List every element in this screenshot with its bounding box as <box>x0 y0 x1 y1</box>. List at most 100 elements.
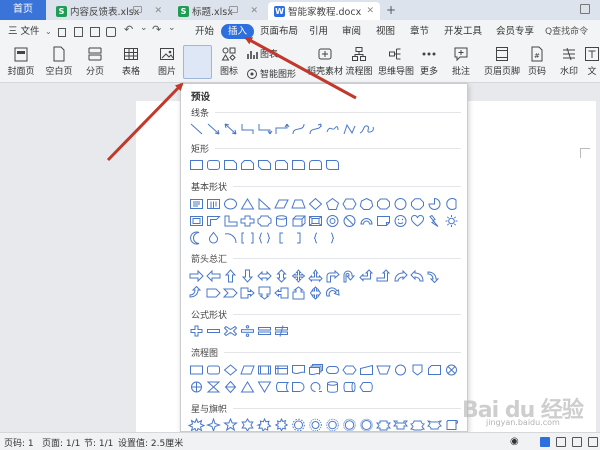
snip-two-corners-rectangle-shape-icon[interactable] <box>239 158 256 172</box>
summing-junction-shape-icon[interactable] <box>443 363 460 377</box>
close-tab-icon[interactable]: ✕ <box>250 6 258 16</box>
frame-shape-icon[interactable] <box>188 214 205 228</box>
status-setting-value[interactable]: 设置值: 2.5厘米 <box>118 436 183 449</box>
comment-button[interactable]: 批注 <box>442 46 480 77</box>
elbow-connector-shape-icon[interactable] <box>239 122 256 136</box>
not-equal-sign-shape-icon[interactable] <box>273 324 290 338</box>
round-one-corner-rectangle-shape-icon[interactable] <box>290 158 307 172</box>
menu-start[interactable]: 开始 <box>195 24 214 39</box>
menu-page-layout[interactable]: 页面布局 <box>260 24 298 39</box>
or-shape-icon[interactable] <box>188 380 205 394</box>
menu-chapter[interactable]: 章节 <box>410 24 429 39</box>
circular-arrow-shape-icon[interactable] <box>324 286 341 300</box>
curved-left-arrow-shape-icon[interactable] <box>409 269 426 283</box>
curved-right-arrow-shape-icon[interactable] <box>392 269 409 283</box>
menu-insert[interactable]: 插入 <box>221 24 255 39</box>
seven-point-star-shape-icon[interactable] <box>256 418 273 432</box>
stored-data-shape-icon[interactable] <box>273 380 290 394</box>
export-icon[interactable] <box>74 27 83 37</box>
delay-shape-icon[interactable] <box>290 380 307 394</box>
freeform-shape-icon[interactable] <box>341 122 358 136</box>
alternate-process-shape-icon[interactable] <box>205 363 222 377</box>
sixteen-point-star-shape-icon[interactable] <box>324 418 341 432</box>
cube-shape-icon[interactable] <box>290 214 307 228</box>
display-shape-icon[interactable] <box>358 380 375 394</box>
vertical-text-box-shape-icon[interactable] <box>205 197 222 211</box>
menu-vip[interactable]: 会员专享 <box>496 24 534 39</box>
manual-operation-shape-icon[interactable] <box>375 363 392 377</box>
left-right-up-arrow-shape-icon[interactable] <box>307 269 324 283</box>
off-page-connector-shape-icon[interactable] <box>409 363 426 377</box>
line-shape-icon[interactable] <box>188 122 205 136</box>
right-brace-shape-icon[interactable] <box>324 231 341 245</box>
twelve-point-star-shape-icon[interactable] <box>307 418 324 432</box>
left-brace-shape-icon[interactable] <box>307 231 324 245</box>
vertical-scroll-shape-icon[interactable] <box>443 418 460 432</box>
status-pages[interactable]: 页面: 1/1 <box>42 436 80 449</box>
internal-storage-shape-icon[interactable] <box>273 363 290 377</box>
sun-shape-icon[interactable] <box>443 214 460 228</box>
heart-shape-icon[interactable] <box>409 214 426 228</box>
smiley-face-shape-icon[interactable] <box>392 214 409 228</box>
tab-title-xlsx[interactable]: S 标题.xlsx ✕ <box>172 2 264 20</box>
chevron-shape-icon[interactable] <box>222 286 239 300</box>
eight-point-star-shape-icon[interactable] <box>273 418 290 432</box>
chart-button[interactable]: 图表 <box>246 47 278 60</box>
magnetic-disk-shape-icon[interactable] <box>324 380 341 394</box>
trapezoid-shape-icon[interactable] <box>290 197 307 211</box>
can-shape-icon[interactable] <box>273 214 290 228</box>
plus-sign-shape-icon[interactable] <box>188 324 205 338</box>
ten-point-star-shape-icon[interactable] <box>290 418 307 432</box>
decision-shape-icon[interactable] <box>222 363 239 377</box>
no-symbol-shape-icon[interactable] <box>341 214 358 228</box>
predefined-process-shape-icon[interactable] <box>256 363 273 377</box>
outline-view-icon[interactable] <box>556 437 566 447</box>
chord-shape-icon[interactable] <box>443 197 460 211</box>
elbow-double-arrow-shape-icon[interactable] <box>273 122 290 136</box>
moon-shape-icon[interactable] <box>188 231 205 245</box>
right-bracket-shape-icon[interactable] <box>290 231 307 245</box>
bent-up-arrow-shape-icon[interactable] <box>375 269 392 283</box>
tab-feedback-xlsx[interactable]: S 内容反馈表.xlsx ✕ <box>50 2 168 20</box>
terminator-shape-icon[interactable] <box>324 363 341 377</box>
right-arrow-shape-icon[interactable] <box>188 269 205 283</box>
pie-shape-icon[interactable] <box>426 197 443 211</box>
down-ribbon-shape-icon[interactable] <box>392 418 409 432</box>
curved-up-arrow-shape-icon[interactable] <box>426 269 443 283</box>
four-point-star-shape-icon[interactable] <box>205 418 222 432</box>
six-point-star-shape-icon[interactable] <box>239 418 256 432</box>
octagon-shape-icon[interactable] <box>375 197 392 211</box>
quad-arrow-shape-icon[interactable] <box>290 269 307 283</box>
down-arrow-shape-icon[interactable] <box>239 269 256 283</box>
menu-review[interactable]: 审阅 <box>342 24 361 39</box>
document-shape-icon[interactable] <box>290 363 307 377</box>
left-up-arrow-shape-icon[interactable] <box>358 269 375 283</box>
web-view-icon[interactable] <box>572 437 582 447</box>
parallelogram-shape-icon[interactable] <box>273 197 290 211</box>
triangle-shape-icon[interactable] <box>239 197 256 211</box>
data-shape-icon[interactable] <box>239 363 256 377</box>
up-ribbon-shape-icon[interactable] <box>375 418 392 432</box>
undo-icon[interactable]: ↶ <box>124 23 133 36</box>
save-icon[interactable] <box>58 28 66 37</box>
preview-icon[interactable] <box>106 27 116 37</box>
round-diagonal-rectangle-shape-icon[interactable] <box>324 158 341 172</box>
text-box-shape-icon[interactable] <box>188 197 205 211</box>
hexagon-shape-icon[interactable] <box>341 197 358 211</box>
bevel-shape-icon[interactable] <box>307 214 324 228</box>
close-tab-icon[interactable]: ✕ <box>154 6 162 16</box>
write-mode-icon[interactable] <box>588 437 598 447</box>
sequential-access-storage-shape-icon[interactable] <box>307 380 324 394</box>
rectangle-shape-icon[interactable] <box>188 158 205 172</box>
menu-dev-tools[interactable]: 开发工具 <box>444 24 482 39</box>
cover-page-button[interactable]: 封面页 <box>2 46 40 77</box>
page-break-button[interactable]: 分页 <box>76 46 114 77</box>
window-icon[interactable] <box>580 4 590 14</box>
snip-round-rectangle-shape-icon[interactable] <box>273 158 290 172</box>
snip-diagonal-rectangle-shape-icon[interactable] <box>256 158 273 172</box>
double-arrow-line-shape-icon[interactable] <box>222 122 239 136</box>
double-brace-shape-icon[interactable] <box>256 231 273 245</box>
reading-mode-icon[interactable]: ◉ <box>510 436 519 447</box>
new-tab-button[interactable]: + <box>386 3 396 17</box>
file-menu-dropdown-icon[interactable]: ⌄ <box>45 24 52 39</box>
